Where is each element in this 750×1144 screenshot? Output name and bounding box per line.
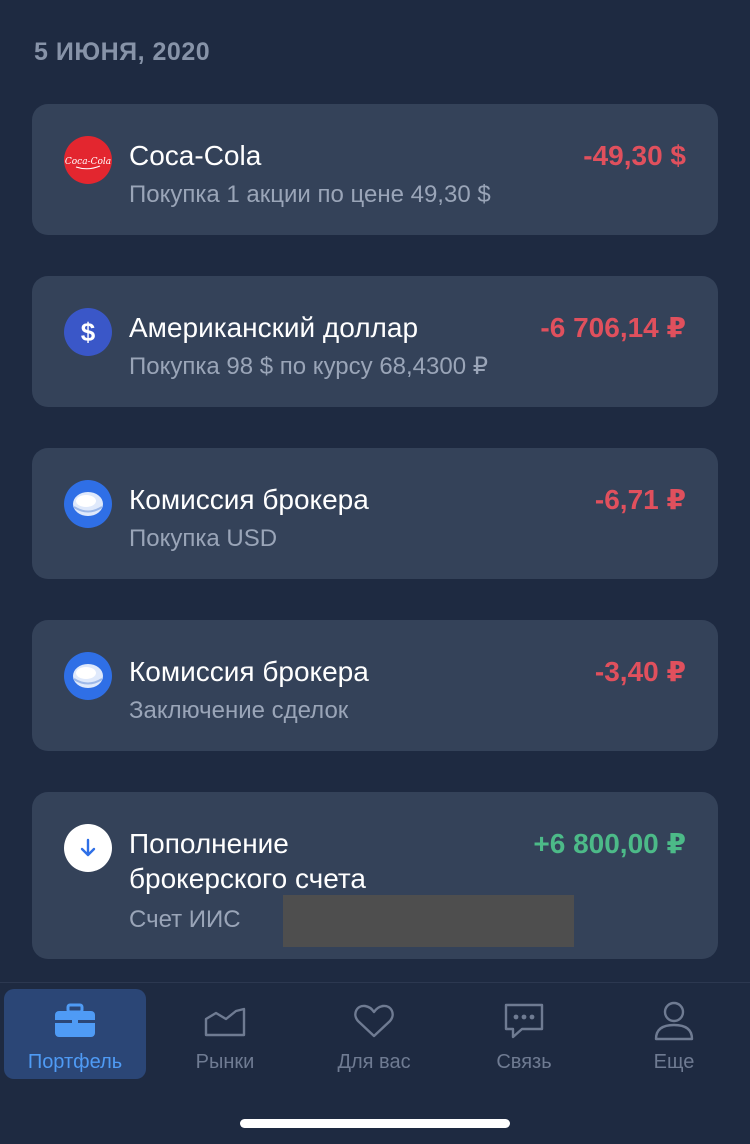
tab-more[interactable]: Еще [603, 989, 745, 1079]
operation-title: Coca-Cola [129, 140, 262, 171]
date-header: 5 ИЮНЯ, 2020 [34, 38, 211, 66]
operation-amount: -6,71 ₽ [594, 484, 686, 515]
tab-markets[interactable]: Рынки [154, 989, 296, 1079]
profile-icon [653, 1001, 695, 1041]
dollar-icon: $ [64, 308, 112, 356]
operation-subtitle: Заключение сделок [129, 697, 349, 724]
tab-label: Связь [496, 1051, 552, 1073]
operation-card-broker-commission[interactable]: Комиссия брокера Покупка USD -6,71 ₽ [32, 448, 718, 579]
tab-portfolio[interactable]: Портфель [4, 989, 146, 1079]
operation-card-deposit[interactable]: Пополнение брокерского счета Счет ИИС +6… [32, 792, 718, 959]
coca-cola-logo-icon: Coca-Cola [64, 136, 112, 184]
operation-title: Комиссия брокера [129, 484, 369, 515]
operation-amount: -6 706,14 ₽ [540, 312, 686, 343]
operations-screen: 5 ИЮНЯ, 2020 Coca-Cola Coca-Cola Покупка… [0, 0, 750, 1144]
operation-subtitle: Покупка 1 акции по цене 49,30 $ [129, 181, 491, 208]
operation-amount: +6 800,00 ₽ [533, 828, 686, 859]
operation-card-coca-cola[interactable]: Coca-Cola Coca-Cola Покупка 1 акции по ц… [32, 104, 718, 235]
broker-commission-icon [64, 480, 112, 528]
redacted-account-number [283, 895, 574, 947]
operation-title: Комиссия брокера [129, 656, 369, 687]
markets-chart-icon [204, 1001, 246, 1041]
heart-icon [353, 1001, 395, 1041]
tab-for-you[interactable]: Для вас [303, 989, 445, 1079]
briefcase-icon [54, 1001, 96, 1041]
operation-subtitle: Счет ИИС [129, 906, 241, 933]
operation-amount: -49,30 $ [583, 140, 686, 171]
arrow-down-icon [64, 824, 112, 872]
chat-bubble-icon [502, 1001, 546, 1041]
operation-subtitle: Покупка USD [129, 525, 278, 552]
broker-commission-icon [64, 652, 112, 700]
tab-contact[interactable]: Связь [453, 989, 595, 1079]
operation-amount: -3,40 ₽ [594, 656, 686, 687]
tab-label: Портфель [27, 1051, 123, 1073]
operation-title: Пополнение брокерского счета [129, 828, 366, 894]
operation-title: Американский доллар [129, 312, 419, 343]
svg-text:Coca-Cola: Coca-Cola [65, 157, 111, 167]
operation-card-usd[interactable]: $ Американский доллар Покупка 98 $ по ку… [32, 276, 718, 407]
operation-card-broker-commission[interactable]: Комиссия брокера Заключение сделок -3,40… [32, 620, 718, 751]
operation-subtitle: Покупка 98 $ по курсу 68,4300 ₽ [129, 353, 489, 380]
tab-label: Еще [653, 1051, 695, 1073]
tab-label: Для вас [337, 1051, 411, 1073]
home-indicator[interactable] [240, 1119, 510, 1128]
tab-label: Рынки [195, 1051, 255, 1073]
